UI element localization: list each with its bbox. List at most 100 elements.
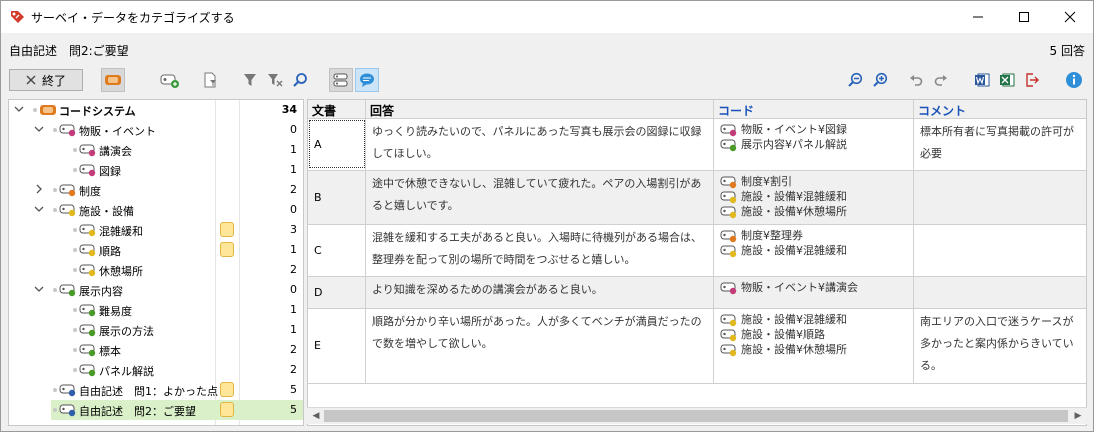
code-view-button[interactable] [329, 68, 353, 92]
tree-item[interactable]: 順路 1 [9, 240, 303, 260]
code-cell[interactable]: 制度¥整理券 施設・設備¥混雑緩和 [714, 225, 914, 276]
document-filter-button[interactable] [198, 68, 222, 92]
tree-item[interactable]: 自由記述 問2：ご要望 5 [51, 400, 303, 420]
answer-cell[interactable]: ゆっくり読みたいので、パネルにあった写真も展示会の図録に収録してほしい。 [366, 119, 714, 170]
doc-cell[interactable]: A [308, 119, 366, 170]
table-row[interactable]: E 順路が分かり辛い場所があった。人が多くてベンチが満員だったので数を増やして欲し… [308, 309, 1086, 384]
code-assignment[interactable]: 施設・設備¥混雑緩和 [720, 243, 907, 258]
code-tag-icon [79, 264, 96, 277]
chevron-down-icon[interactable] [13, 103, 25, 115]
info-icon [1066, 72, 1082, 88]
code-assignment[interactable]: 施設・設備¥混雑緩和 [720, 312, 907, 327]
redo-button[interactable] [929, 68, 953, 92]
code-cell[interactable]: 物販・イベント¥図録 展示内容¥パネル解説 [714, 119, 914, 170]
clear-filter-button[interactable] [263, 68, 287, 92]
tree-item[interactable]: コードシステム 34 [9, 100, 303, 120]
chevron-down-icon[interactable] [33, 283, 45, 295]
tree-item[interactable]: 展示内容 0 [9, 280, 303, 300]
tree-item-label: 難易度 [99, 305, 132, 318]
code-cell[interactable]: 施設・設備¥混雑緩和 施設・設備¥順路 施設・設備¥休憩場所 [714, 309, 914, 383]
export-button[interactable] [1020, 68, 1044, 92]
table-row[interactable]: B 途中で休憩できないし、混雑していて疲れた。ペアの入場割引があると嬉しいです。制… [308, 171, 1086, 225]
tree-item[interactable]: 図録 1 [9, 160, 303, 180]
answer-cell[interactable]: 順路が分かり辛い場所があった。人が多くてベンチが満員だったので数を増やして欲しい… [366, 309, 714, 383]
horizontal-scrollbar[interactable]: ◀ ▶ [307, 407, 1087, 424]
code-assignment[interactable]: 展示内容¥パネル解説 [720, 137, 907, 152]
table-row[interactable]: D より知識を深めるための講演会があると良い。 物販・イベント¥講演会 [308, 277, 1086, 309]
close-button[interactable] [1047, 1, 1093, 32]
code-cell[interactable]: 制度¥割引 施設・設備¥混雑緩和 施設・設備¥休憩場所 [714, 171, 914, 224]
scroll-left-icon[interactable]: ◀ [309, 409, 323, 423]
memo-icon[interactable] [220, 242, 234, 257]
doc-cell[interactable]: B [308, 171, 366, 224]
scroll-right-icon[interactable]: ▶ [1071, 409, 1085, 423]
minimize-button[interactable] [955, 1, 1001, 32]
new-code-button[interactable] [158, 68, 182, 92]
tree-dot [53, 388, 57, 392]
comment-cell[interactable]: 南エリアの入口で迷うケースが多かったと案内係からきいている。 [914, 309, 1086, 383]
tree-dot [53, 288, 57, 292]
answer-cell[interactable]: 混雑を緩和するエ夫があると良い。入場時に待機列がある場合は、整理券を配って別の場… [366, 225, 714, 276]
title-bar[interactable]: サーベイ・データをカテゴライズする [1, 1, 1093, 33]
comment-cell[interactable]: 標本所有者に写真掲載の許可が必要 [914, 119, 1086, 170]
column-header-answer[interactable]: 回答 [366, 100, 714, 119]
comment-view-button[interactable] [355, 68, 379, 92]
tree-item[interactable]: 標本 2 [9, 340, 303, 360]
scrollbar-thumb[interactable] [324, 410, 1068, 422]
code-assignment[interactable]: 施設・設備¥順路 [720, 327, 907, 342]
code-assignment[interactable]: 制度¥割引 [720, 174, 907, 189]
comment-cell[interactable] [914, 277, 1086, 308]
doc-cell[interactable]: E [308, 309, 366, 383]
tree-item[interactable]: 制度 2 [9, 180, 303, 200]
code-system-tree[interactable]: コードシステム 34 物販・イベント 0 講演会 1 図録 1 制度 2 施設・設備 0 混雑緩和 3 順路… [8, 99, 304, 426]
tree-item[interactable]: 自由記述 問1：よかった点 5 [9, 380, 303, 400]
code-assignment[interactable]: 施設・設備¥混雑緩和 [720, 189, 907, 204]
column-header-doc[interactable]: 文書 [308, 100, 366, 119]
code-system-toggle-button[interactable] [101, 68, 125, 92]
filter-button[interactable] [238, 68, 262, 92]
code-tag-icon [59, 184, 76, 197]
tree-item-label: 標本 [99, 345, 121, 358]
tree-item[interactable]: 休憩場所 2 [9, 260, 303, 280]
info-button[interactable] [1062, 68, 1086, 92]
code-assignment[interactable]: 施設・設備¥休憩場所 [720, 204, 907, 219]
table-row[interactable]: C 混雑を緩和するエ夫があると良い。入場時に待機列がある場合は、整理券を配って別の… [308, 225, 1086, 277]
memo-icon[interactable] [220, 402, 234, 417]
tree-item[interactable]: 混雑緩和 3 [9, 220, 303, 240]
memo-icon[interactable] [220, 382, 234, 397]
tree-item[interactable]: パネル解説 2 [9, 360, 303, 380]
answer-cell[interactable]: 途中で休憩できないし、混雑していて疲れた。ペアの入場割引があると嬉しいです。 [366, 171, 714, 224]
doc-cell[interactable]: C [308, 225, 366, 276]
zoom-out-button[interactable] [843, 68, 867, 92]
code-cell[interactable]: 物販・イベント¥講演会 [714, 277, 914, 308]
code-assignment[interactable]: 施設・設備¥休憩場所 [720, 342, 907, 357]
tree-item[interactable]: 展示の方法 1 [9, 320, 303, 340]
code-tag-icon [79, 144, 96, 157]
chevron-down-icon[interactable] [33, 123, 45, 135]
chevron-down-icon[interactable] [33, 203, 45, 215]
code-tag-icon [720, 282, 737, 294]
memo-icon[interactable] [220, 222, 234, 237]
code-assignment[interactable]: 物販・イベント¥講演会 [720, 280, 907, 295]
answer-cell[interactable]: より知識を深めるための講演会があると良い。 [366, 277, 714, 308]
word-export-button[interactable] [970, 68, 994, 92]
comment-cell[interactable] [914, 225, 1086, 276]
tree-item[interactable]: 講演会 1 [9, 140, 303, 160]
code-assignment[interactable]: 物販・イベント¥図録 [720, 122, 907, 137]
doc-cell[interactable]: D [308, 277, 366, 308]
excel-export-button[interactable] [995, 68, 1019, 92]
table-row[interactable]: A ゆっくり読みたいので、パネルにあった写真も展示会の図録に収録してほしい。 物販・… [308, 119, 1086, 171]
end-button[interactable]: 終了 [9, 69, 83, 91]
chevron-right-icon[interactable] [33, 183, 45, 195]
tree-item[interactable]: 施設・設備 0 [9, 200, 303, 220]
zoom-in-button[interactable] [868, 68, 892, 92]
column-header-comment[interactable]: コメント [914, 100, 1086, 119]
comment-cell[interactable] [914, 171, 1086, 224]
maximize-button[interactable] [1001, 1, 1047, 32]
tree-item[interactable]: 物販・イベント 0 [9, 120, 303, 140]
search-button[interactable] [288, 68, 312, 92]
tree-item[interactable]: 難易度 1 [9, 300, 303, 320]
column-header-code[interactable]: コード [714, 100, 914, 119]
undo-button[interactable] [904, 68, 928, 92]
code-assignment[interactable]: 制度¥整理券 [720, 228, 907, 243]
